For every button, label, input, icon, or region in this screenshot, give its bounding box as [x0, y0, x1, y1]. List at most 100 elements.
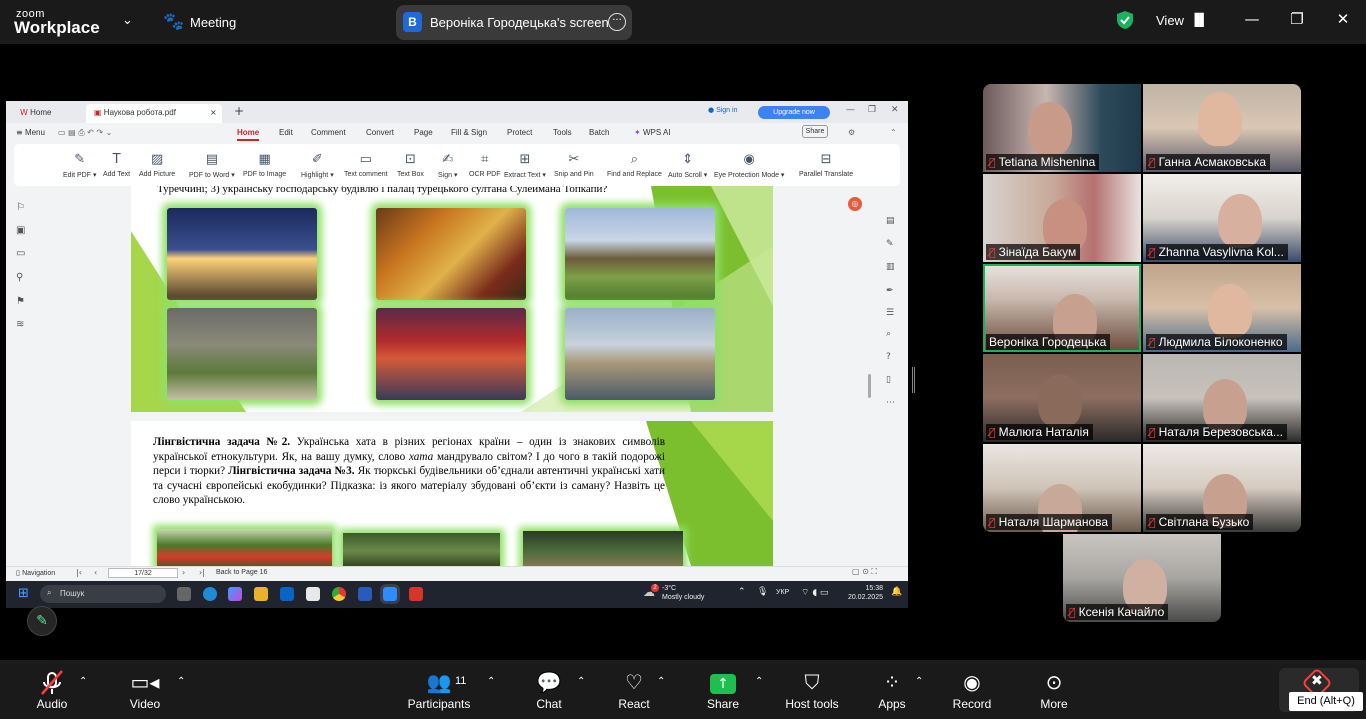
participant-tile[interactable]: 🎙̸ Наталя Березовська...	[1143, 354, 1301, 442]
video-options-caret[interactable]: ⌃	[177, 676, 185, 687]
edge-icon[interactable]	[203, 587, 217, 601]
participant-tile[interactable]: 🎙̸ Малюга Наталія	[983, 354, 1141, 442]
back-to-page-link[interactable]: Back to Page 16	[216, 569, 267, 576]
participant-tile[interactable]: 🎙̸ Наталя Шарманова	[983, 444, 1141, 532]
outlook-icon[interactable]	[280, 587, 294, 601]
share-button[interactable]: ↑ Share	[701, 667, 745, 711]
help-icon[interactable]: ?	[886, 352, 891, 362]
doc-minimize-icon[interactable]: —	[846, 105, 855, 115]
pdf-to-image-button[interactable]: ▦ PDF to Image	[243, 152, 286, 178]
menu-tab-convert[interactable]: Convert	[366, 128, 394, 137]
properties-icon[interactable]: ▤	[886, 216, 895, 226]
settings-icon[interactable]: ⚙	[848, 128, 855, 137]
windows-start-icon[interactable]: ⊞	[18, 586, 29, 601]
signature-icon[interactable]: ⚑	[16, 296, 25, 307]
last-page-icon[interactable]: ›|	[199, 568, 205, 577]
store-icon[interactable]	[306, 587, 320, 601]
file-explorer-icon[interactable]	[254, 587, 268, 601]
participant-tile[interactable]: 🎙̸ Tetiana Mishenina	[983, 84, 1141, 172]
participant-tile[interactable]: 🎙̸ Ганна Асмаковська	[1143, 84, 1301, 172]
menu-tab-page[interactable]: Page	[414, 128, 433, 137]
task-view-icon[interactable]	[177, 587, 191, 601]
paw-icon[interactable]: 🐾	[163, 12, 184, 32]
zoom-icon[interactable]: ⌕	[886, 329, 891, 339]
extract-text-button[interactable]: ⊞ Extract Text ▾	[504, 152, 546, 179]
encryption-shield-icon[interactable]	[1116, 10, 1134, 30]
doc-close-icon[interactable]: ✕	[891, 105, 899, 115]
language-indicator[interactable]: УКР	[776, 589, 789, 596]
text-comment-button[interactable]: ▭ Text comment	[344, 152, 388, 178]
thumbnail-icon[interactable]: ▣	[16, 225, 25, 236]
chevron-down-icon[interactable]: ⌄	[122, 13, 133, 28]
ocr-pdf-button[interactable]: ⌗ OCR PDF	[469, 152, 501, 178]
compare-icon[interactable]: ☰	[886, 308, 894, 318]
chat-options-caret[interactable]: ⌃	[577, 676, 585, 687]
menu-tab-wps-ai[interactable]: ✦ WPS AI	[634, 128, 671, 137]
menu-tab-protect[interactable]: Protect	[507, 128, 532, 137]
participant-tile[interactable]: Вероніка Городецька	[983, 264, 1141, 352]
collapse-ribbon-icon[interactable]: ⌃	[890, 128, 897, 137]
share-options-caret[interactable]: ⌃	[755, 676, 763, 687]
apps-options-caret[interactable]: ⌃	[915, 676, 923, 687]
first-page-icon[interactable]: |‹	[76, 568, 82, 577]
close-icon[interactable]: ✕	[1331, 10, 1355, 28]
ai-assistant-icon[interactable]: ◎	[848, 197, 862, 211]
layers-icon[interactable]: ≋	[16, 319, 24, 330]
wifi-sound-battery-icons[interactable]: ⌔ ◖ ▭	[801, 587, 828, 598]
tab-home[interactable]: W Home	[12, 104, 84, 123]
wps-app-icon[interactable]	[409, 587, 423, 601]
snip-pin-button[interactable]: ✂ Snip and Pin	[554, 152, 594, 178]
participants-options-caret[interactable]: ⌃	[487, 676, 495, 687]
parallel-translate-button[interactable]: ⊟ Parallel Translate	[799, 152, 853, 178]
edit-icon[interactable]: ✎	[886, 239, 894, 249]
auto-scroll-button[interactable]: ⇕ Auto Scroll ▾	[668, 152, 707, 179]
apps-button[interactable]: ⁘ Apps	[870, 667, 914, 711]
panel-resize-handle[interactable]	[912, 367, 915, 393]
menu-tab-comment[interactable]: Comment	[311, 128, 346, 137]
more-button[interactable]: ⊙ More	[1032, 667, 1076, 711]
pdf-to-word-button[interactable]: ▤ PDF to Word ▾	[189, 152, 235, 179]
word-icon[interactable]	[358, 587, 372, 601]
audio-options-caret[interactable]: ⌃	[79, 676, 87, 687]
menu-tab-tools[interactable]: Tools	[553, 128, 572, 137]
convert-icon[interactable]: ▥	[886, 262, 895, 272]
host-tools-button[interactable]: ⛉ Host tools	[782, 667, 842, 711]
navigation-toggle[interactable]: ▯ Navigation	[16, 569, 55, 577]
participant-tile[interactable]: 🎙̸ Людмила Білоконенко	[1143, 264, 1301, 352]
sign-button[interactable]: ✍ Sign ▾	[438, 152, 457, 179]
upgrade-button[interactable]: Upgrade now	[758, 106, 830, 119]
close-tab-icon[interactable]: ×	[210, 108, 217, 117]
highlight-button[interactable]: ✐ Highlight ▾	[301, 152, 334, 179]
microphone-tray-icon[interactable]: 🎙	[757, 587, 768, 597]
bookmark-icon[interactable]: ⚐	[16, 202, 25, 213]
doc-restore-icon[interactable]: ❐	[868, 105, 876, 115]
meeting-label[interactable]: Meeting	[190, 15, 236, 30]
participants-button[interactable]: 👥 Participants	[405, 667, 473, 711]
read-mode-icon[interactable]: ▢ ⊙ ⛶	[852, 567, 877, 577]
pen-icon[interactable]: ✒	[886, 286, 894, 296]
add-picture-button[interactable]: ▨ Add Picture	[139, 152, 175, 178]
restore-icon[interactable]: ❐	[1285, 10, 1309, 28]
react-options-caret[interactable]: ⌃	[657, 676, 665, 687]
audio-button[interactable]: Audio	[26, 667, 78, 711]
participant-tile[interactable]: 🎙̸ Зінаїда Бакум	[983, 174, 1141, 262]
notification-icon[interactable]: 🔔	[891, 587, 902, 597]
participant-tile[interactable]: 🎙̸ Zhanna Vasylivna Kol...	[1143, 174, 1301, 262]
participant-tile[interactable]: 🎙̸ Світлана Бузько	[1143, 444, 1301, 532]
edit-pdf-button[interactable]: ✎ Edit PDF ▾	[63, 152, 96, 179]
comments-icon[interactable]: ▭	[16, 248, 25, 259]
book-icon[interactable]: ▯	[886, 375, 891, 385]
add-text-button[interactable]: T Add Text	[103, 152, 130, 178]
video-button[interactable]: ▭◂ Video	[120, 667, 170, 711]
taskbar-search[interactable]: ⌕ Пошук	[40, 585, 166, 603]
react-button[interactable]: ♡ React	[612, 667, 656, 711]
vertical-scrollbar[interactable]	[868, 374, 871, 398]
annotate-pencil-icon[interactable]: ✎	[27, 606, 57, 636]
page-number-input[interactable]: 17/32	[108, 568, 178, 578]
sign-in-link[interactable]: ● Sign in	[708, 106, 737, 114]
copilot-icon[interactable]	[228, 587, 242, 601]
menu-button[interactable]: ≡ Menu	[16, 128, 45, 137]
quick-access-icons[interactable]: ▭ ▤ ⎙ ↶ ↷ ⌄	[58, 128, 112, 138]
chrome-icon[interactable]	[332, 587, 346, 601]
next-page-icon[interactable]: ›	[182, 568, 185, 577]
